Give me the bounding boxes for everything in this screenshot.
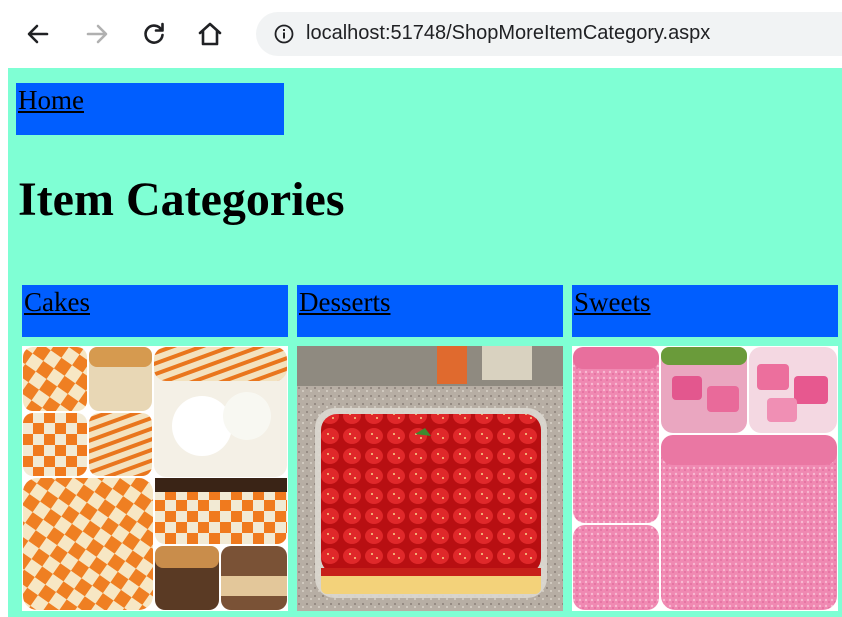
page-title: Item Categories bbox=[18, 173, 345, 226]
arrow-left-icon bbox=[27, 24, 49, 44]
category-header: Desserts bbox=[297, 285, 563, 337]
category-link-cakes[interactable]: Cakes bbox=[24, 287, 90, 318]
back-button[interactable] bbox=[20, 16, 56, 52]
url-path: :51748/ShopMoreItemCategory.aspx bbox=[384, 22, 711, 44]
url-text[interactable]: localhost:51748/ShopMoreItemCategory.asp… bbox=[306, 22, 710, 45]
info-icon[interactable] bbox=[274, 24, 294, 44]
home-link-box: Home bbox=[16, 83, 284, 135]
home-button[interactable] bbox=[192, 16, 228, 52]
category-link-sweets[interactable]: Sweets bbox=[574, 287, 651, 318]
category-header: Cakes bbox=[22, 285, 288, 337]
arrow-right-icon bbox=[86, 24, 108, 44]
home-icon bbox=[198, 22, 222, 46]
category-link-desserts[interactable]: Desserts bbox=[299, 287, 390, 318]
browser-toolbar: localhost:51748/ShopMoreItemCategory.asp… bbox=[0, 0, 842, 68]
home-link[interactable]: Home bbox=[18, 85, 84, 116]
cakes-image[interactable] bbox=[22, 346, 288, 611]
forward-button[interactable] bbox=[79, 16, 115, 52]
url-host: localhost bbox=[306, 22, 385, 44]
page-content: Home Item Categories Cakes Desserts Swee… bbox=[8, 68, 842, 617]
sweets-image[interactable] bbox=[572, 346, 838, 611]
reload-button[interactable] bbox=[136, 16, 172, 52]
desserts-image[interactable] bbox=[297, 346, 563, 611]
reload-icon bbox=[144, 22, 164, 44]
address-bar[interactable]: localhost:51748/ShopMoreItemCategory.asp… bbox=[256, 12, 842, 56]
category-header: Sweets bbox=[572, 285, 838, 337]
